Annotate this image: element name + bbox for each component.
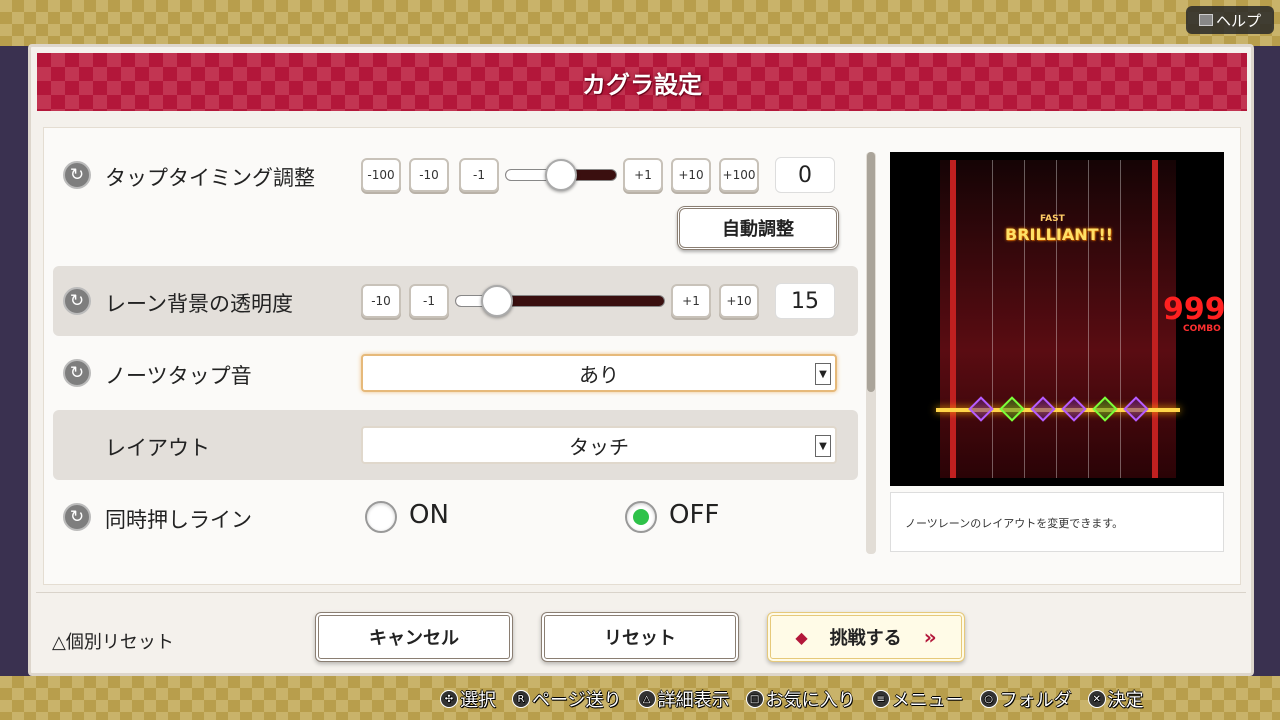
layout-preview: FAST BRILLIANT!! 999 COMBO — [890, 152, 1224, 486]
control-hint: ✕ 決定 — [1087, 686, 1144, 712]
help-button[interactable]: ヘルプ — [1186, 6, 1274, 34]
tap-minus10-button[interactable]: -10 — [409, 158, 449, 192]
setting-row-simultaneous-line: ↻ 同時押しライン ON OFF — [53, 482, 858, 552]
tap-plus1-button[interactable]: +1 — [623, 158, 663, 192]
challenge-button[interactable]: ◆ 挑戦する » — [767, 612, 965, 662]
control-label: フォルダ — [999, 690, 1072, 711]
control-hint: ✣ 選択 — [440, 686, 496, 712]
lr-buttons-icon: R — [512, 690, 530, 708]
tap-minus100-button[interactable]: -100 — [361, 158, 401, 192]
dropdown-value: タッチ — [569, 434, 629, 459]
lane-edge-left — [950, 160, 956, 478]
challenge-label: 挑戦する — [829, 628, 902, 649]
opacity-minus1-button[interactable]: -1 — [409, 284, 449, 318]
controller-hints: ✣ 選択 R ページ送り △ 詳細表示 □ お気に入り ≡ メニュー ○ フォル… — [440, 684, 1144, 714]
individual-reset-hint: △個別リセット — [52, 632, 174, 653]
circle-button-icon: ○ — [979, 690, 998, 708]
setting-row-note-tap-sound: ↻ ノーツタップ音 あり ▼ — [53, 338, 858, 408]
setting-row-tap-timing: ↻ タップタイミング調整 -100 -10 -1 +1 +10 +100 0 自… — [53, 152, 858, 262]
footer-divider — [36, 592, 1246, 593]
opacity-plus10-button[interactable]: +10 — [719, 284, 759, 318]
radio-on-label: ON — [409, 500, 449, 530]
setting-label: レイアウト — [105, 436, 210, 460]
control-label: メニュー — [891, 690, 964, 711]
auto-adjust-button[interactable]: 自動調整 — [677, 206, 839, 250]
double-chevron-right-icon: » — [923, 625, 937, 649]
judge-timing-text: FAST — [1040, 214, 1065, 224]
cross-button-icon: ✕ — [1087, 690, 1106, 708]
control-hint: ≡ メニュー — [871, 686, 964, 712]
dropdown-arrow-icon: ▼ — [815, 435, 831, 457]
reset-icon[interactable]: ↻ — [63, 503, 91, 531]
dialog-title: カグラ設定 — [582, 70, 702, 99]
control-label: 詳細表示 — [657, 690, 730, 711]
control-hint: ○ フォルダ — [979, 686, 1072, 712]
control-hint: R ページ送り — [512, 686, 622, 712]
options-button-icon: ≡ — [871, 690, 890, 708]
control-label: 選択 — [460, 690, 496, 711]
lane-edge-right — [1152, 160, 1158, 478]
background-right — [1250, 46, 1280, 676]
square-button-icon: □ — [745, 690, 764, 708]
opacity-minus10-button[interactable]: -10 — [361, 284, 401, 318]
control-hint: □ お気に入り — [745, 686, 856, 712]
radio-off-label: OFF — [669, 500, 720, 530]
tap-plus10-button[interactable]: +10 — [671, 158, 711, 192]
dpad-icon: ✣ — [440, 690, 458, 708]
reset-icon[interactable]: ↻ — [63, 161, 91, 189]
control-label: ページ送り — [532, 690, 622, 711]
combo-number: 999 — [1163, 292, 1224, 327]
layout-dropdown[interactable]: タッチ ▼ — [361, 426, 837, 464]
cancel-button[interactable]: キャンセル — [315, 612, 513, 662]
lane-divider — [992, 160, 993, 478]
help-label: ヘルプ — [1215, 11, 1261, 30]
dropdown-arrow-icon: ▼ — [815, 363, 831, 385]
control-label: お気に入り — [765, 690, 856, 711]
radio-on[interactable] — [365, 501, 397, 533]
lane-divider — [1024, 160, 1025, 478]
tap-timing-value: 0 — [775, 157, 835, 193]
lane-divider — [1120, 160, 1121, 478]
opacity-plus1-button[interactable]: +1 — [671, 284, 711, 318]
lane-divider — [1088, 160, 1089, 478]
setting-row-layout: レイアウト タッチ ▼ — [53, 410, 858, 480]
dropdown-value: あり — [579, 362, 619, 387]
dialog-title-bar: カグラ設定 — [37, 53, 1247, 111]
combo-label: COMBO — [1183, 324, 1221, 334]
setting-description: ノーツレーンのレイアウトを変更できます。 — [890, 492, 1224, 552]
diamond-icon: ◆ — [795, 627, 808, 647]
note-tap-sound-dropdown[interactable]: あり ▼ — [361, 354, 837, 392]
setting-label: レーン背景の透明度 — [105, 292, 293, 316]
preview-lanes — [940, 160, 1176, 478]
lane-opacity-slider-knob[interactable] — [481, 285, 513, 317]
tap-minus1-button[interactable]: -1 — [459, 158, 499, 192]
top-pattern-band — [0, 0, 1280, 46]
background-left — [0, 46, 30, 676]
tap-plus100-button[interactable]: +100 — [719, 158, 759, 192]
control-hint: △ 詳細表示 — [637, 686, 730, 712]
lane-divider — [1056, 160, 1057, 478]
judge-text: BRILLIANT!! — [1005, 225, 1114, 244]
tap-timing-slider-knob[interactable] — [545, 159, 577, 191]
control-label: 決定 — [1107, 690, 1144, 711]
triangle-button-icon: △ — [637, 690, 656, 708]
lane-opacity-value: 15 — [775, 283, 835, 319]
scrollbar-thumb[interactable] — [867, 152, 875, 392]
reset-icon[interactable]: ↻ — [63, 287, 91, 315]
setting-row-lane-opacity: ↻ レーン背景の透明度 -10 -1 +1 +10 15 — [53, 266, 858, 336]
radio-off[interactable] — [625, 501, 657, 533]
settings-scrollbar[interactable] — [866, 152, 876, 554]
setting-label: タップタイミング調整 — [105, 166, 315, 190]
reset-button[interactable]: リセット — [541, 612, 739, 662]
setting-label: 同時押しライン — [105, 508, 252, 532]
settings-list: ↻ タップタイミング調整 -100 -10 -1 +1 +10 +100 0 自… — [53, 152, 861, 552]
setting-label: ノーツタップ音 — [105, 364, 252, 388]
reset-icon[interactable]: ↻ — [63, 359, 91, 387]
touchpad-icon — [1198, 14, 1213, 26]
